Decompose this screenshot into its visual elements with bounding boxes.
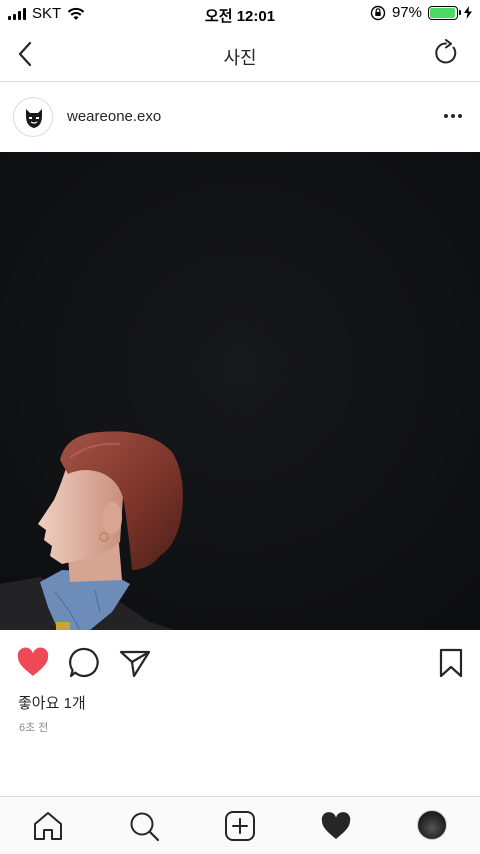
home-icon[interactable] [32,810,64,842]
username[interactable]: weareone.exo [67,108,161,125]
battery-icon [428,5,461,20]
nav-bar: 사진 [0,28,480,82]
likes-count[interactable]: 좋아요 1개 [18,692,86,713]
heart-filled-icon[interactable] [320,810,352,842]
heart-filled-icon[interactable] [16,646,50,680]
exo-logo-icon [26,109,42,128]
refresh-icon[interactable] [432,39,460,67]
plus-square-icon[interactable] [224,810,256,842]
post-header: weareone.exo [0,82,480,152]
status-right: 97% [370,4,472,21]
post-actions [0,630,480,694]
battery-percent: 97% [391,4,422,21]
status-bar: SKT 오전 12:01 97% [0,0,480,28]
bookmark-icon[interactable] [434,646,468,680]
post-timestamp: 6초 전 [19,722,49,734]
page-title: 사진 [223,48,257,68]
share-icon[interactable] [118,646,152,680]
profile-avatar[interactable] [417,810,447,840]
post-photo[interactable] [0,152,480,630]
search-icon[interactable] [128,810,160,842]
comment-icon[interactable] [68,646,102,680]
tab-bar [0,796,480,854]
orientation-lock-icon [370,5,386,20]
more-horizontal-icon[interactable] [444,114,462,118]
charging-bolt-icon [464,6,472,19]
photo-image [0,152,480,630]
avatar[interactable] [13,97,53,137]
